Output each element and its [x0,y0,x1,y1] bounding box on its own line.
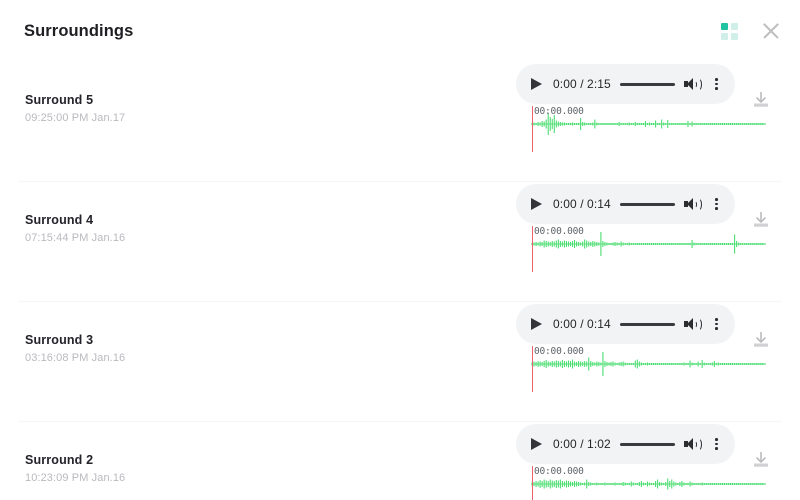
recording-name: Surround 2 [25,453,94,467]
recording-date: 09:25:00 PM Jan.17 [25,112,126,124]
audio-waveform[interactable]: 00:00.000 [531,466,766,500]
audio-player[interactable]: 0:00 / 0:14 [516,184,735,224]
recordings-list: Surround 5 09:25:00 PM Jan.17 0:00 / 2:1… [0,62,800,500]
waveform-timestamp: 00:00.000 [534,226,584,237]
play-icon[interactable] [530,196,544,212]
recording-date: 03:16:08 PM Jan.16 [25,352,126,364]
volume-icon[interactable] [684,76,702,92]
recording-name: Surround 3 [25,333,94,347]
more-vertical-icon[interactable] [709,196,723,212]
audio-player[interactable]: 0:00 / 0:14 [516,304,735,344]
recording-row[interactable]: Surround 4 07:15:44 PM Jan.16 0:00 / 0:1… [18,182,782,302]
grid-cell-2 [731,22,738,30]
grid-dots-icon[interactable] [721,22,738,40]
recording-row[interactable]: Surround 3 03:16:08 PM Jan.16 0:00 / 0:1… [18,302,782,422]
audio-waveform[interactable]: 00:00.000 [531,226,766,276]
download-icon[interactable] [751,90,771,110]
audio-time-display: 0:00 / 0:14 [553,197,611,211]
recording-name: Surround 5 [25,93,94,107]
recording-meta: Surround 2 10:23:09 PM Jan.16 [25,452,125,485]
more-vertical-icon[interactable] [709,436,723,452]
grid-cell-3 [721,32,728,40]
grid-cell-1 [721,22,728,30]
audio-player[interactable]: 0:00 / 1:02 [516,424,735,464]
audio-time-display: 0:00 / 1:02 [553,437,611,451]
recording-date: 10:23:09 PM Jan.16 [25,472,126,484]
recording-row[interactable]: Surround 2 10:23:09 PM Jan.16 0:00 / 1:0… [18,422,782,500]
recording-name: Surround 4 [25,213,94,227]
audio-progress-slider[interactable] [619,442,675,446]
volume-icon[interactable] [684,196,702,212]
page-title: Surroundings [24,21,134,40]
audio-progress-slider[interactable] [619,82,675,86]
play-icon[interactable] [530,316,544,332]
grid-cell-4 [731,32,738,40]
volume-icon[interactable] [684,436,702,452]
audio-progress-slider[interactable] [619,202,675,206]
recording-date: 07:15:44 PM Jan.16 [25,232,126,244]
waveform-timestamp: 00:00.000 [534,346,584,357]
app-header: Surroundings [0,0,800,62]
recording-row[interactable]: Surround 5 09:25:00 PM Jan.17 0:00 / 2:1… [18,62,782,182]
more-vertical-icon[interactable] [709,76,723,92]
download-icon[interactable] [751,210,771,230]
audio-waveform[interactable]: 00:00.000 [531,106,766,156]
download-icon[interactable] [751,330,771,350]
waveform-timestamp: 00:00.000 [534,466,584,477]
close-icon[interactable] [760,20,782,42]
audio-time-display: 0:00 / 2:15 [553,77,611,91]
audio-player[interactable]: 0:00 / 2:15 [516,64,735,104]
audio-waveform[interactable]: 00:00.000 [531,346,766,396]
header-actions [721,20,782,42]
more-vertical-icon[interactable] [709,316,723,332]
volume-icon[interactable] [684,316,702,332]
download-icon[interactable] [751,450,771,470]
waveform-timestamp: 00:00.000 [534,106,584,117]
audio-progress-slider[interactable] [619,322,675,326]
audio-time-display: 0:00 / 0:14 [553,317,611,331]
play-icon[interactable] [530,76,544,92]
recording-meta: Surround 4 07:15:44 PM Jan.16 [25,212,125,245]
play-icon[interactable] [530,436,544,452]
recording-meta: Surround 3 03:16:08 PM Jan.16 [25,332,125,365]
recording-meta: Surround 5 09:25:00 PM Jan.17 [25,92,125,125]
